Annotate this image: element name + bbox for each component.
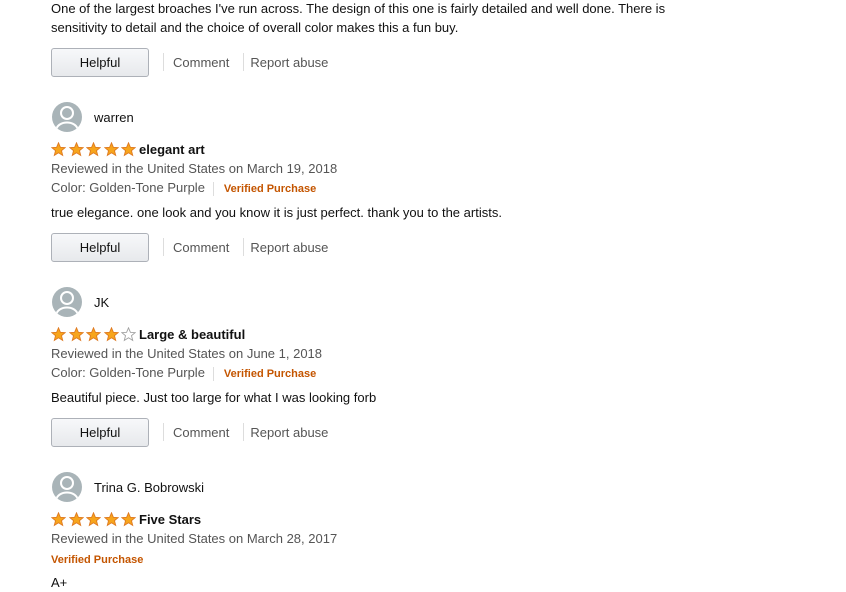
- report-abuse-link[interactable]: Report abuse: [250, 425, 328, 440]
- verified-purchase-badge: Verified Purchase: [223, 183, 317, 195]
- star-filled-icon: [103, 512, 119, 527]
- star-filled-icon: [68, 512, 84, 527]
- reviewer-name[interactable]: warren: [94, 110, 134, 125]
- divider: [163, 238, 164, 256]
- star-rating[interactable]: [51, 327, 139, 342]
- review-format-line: Verified Purchase: [51, 550, 143, 568]
- star-filled-icon: [51, 142, 66, 157]
- star-filled-icon: [121, 142, 137, 157]
- star-filled-icon: [68, 142, 84, 157]
- avatar-icon: [52, 287, 82, 317]
- star-rating[interactable]: [51, 512, 139, 527]
- helpful-button[interactable]: Helpful: [51, 47, 149, 77]
- verified-purchase-badge: Verified Purchase: [223, 368, 317, 380]
- color-variant-link[interactable]: Color: Golden-Tone Purple: [51, 365, 205, 380]
- divider: [163, 423, 164, 441]
- comment-link[interactable]: Comment: [173, 55, 229, 70]
- divider: [243, 423, 245, 441]
- review-date: Reviewed in the United States on March 1…: [51, 161, 338, 176]
- star-filled-icon: [51, 512, 66, 527]
- divider: [212, 366, 214, 381]
- review-actions: Helpful Comment Report abuse: [51, 47, 328, 77]
- comment-link[interactable]: Comment: [173, 240, 229, 255]
- report-abuse-link[interactable]: Report abuse: [250, 240, 328, 255]
- divider: [243, 53, 245, 71]
- review-title[interactable]: Five Stars: [139, 512, 201, 527]
- review-title[interactable]: elegant art: [139, 142, 205, 157]
- avatar-icon: [52, 472, 82, 502]
- divider: [243, 238, 245, 256]
- review-body: A+: [51, 575, 68, 590]
- star-filled-icon: [51, 327, 66, 342]
- star-filled-icon: [68, 327, 84, 342]
- star-filled-icon: [86, 512, 102, 527]
- helpful-button[interactable]: Helpful: [51, 232, 149, 262]
- review-date: Reviewed in the United States on June 1,…: [51, 346, 323, 361]
- review-body: Beautiful piece. Just too large for what…: [51, 390, 377, 405]
- star-filled-icon: [86, 142, 102, 157]
- review-date: Reviewed in the United States on March 2…: [51, 531, 338, 546]
- review-format-line: Color: Golden-Tone Purple Verified Purcha…: [51, 180, 316, 196]
- star-filled-icon: [121, 512, 137, 527]
- divider: [163, 53, 164, 71]
- review-format-line: Color: Golden-Tone Purple Verified Purcha…: [51, 365, 316, 381]
- review-title[interactable]: Large & beautiful: [139, 327, 245, 342]
- review-body-partial: One of the largest broaches I've run acr…: [51, 1, 666, 35]
- reviewer-name[interactable]: Trina G. Bobrowski: [94, 480, 204, 495]
- color-variant-link[interactable]: Color: Golden-Tone Purple: [51, 180, 205, 195]
- divider: [212, 181, 214, 196]
- star-empty-icon: [121, 327, 137, 342]
- review-actions: Helpful Comment Report abuse: [51, 417, 328, 447]
- avatar-icon: [52, 102, 82, 132]
- star-filled-icon: [86, 327, 102, 342]
- review-body: true elegance. one look and you know it …: [51, 205, 502, 220]
- review-actions: Helpful Comment Report abuse: [51, 232, 328, 262]
- reviewer-name[interactable]: JK: [94, 295, 109, 310]
- verified-purchase-badge: Verified Purchase: [51, 554, 144, 566]
- star-filled-icon: [103, 327, 119, 342]
- star-filled-icon: [103, 142, 119, 157]
- star-rating[interactable]: [51, 142, 139, 157]
- comment-link[interactable]: Comment: [173, 425, 229, 440]
- report-abuse-link[interactable]: Report abuse: [250, 55, 328, 70]
- helpful-button[interactable]: Helpful: [51, 417, 149, 447]
